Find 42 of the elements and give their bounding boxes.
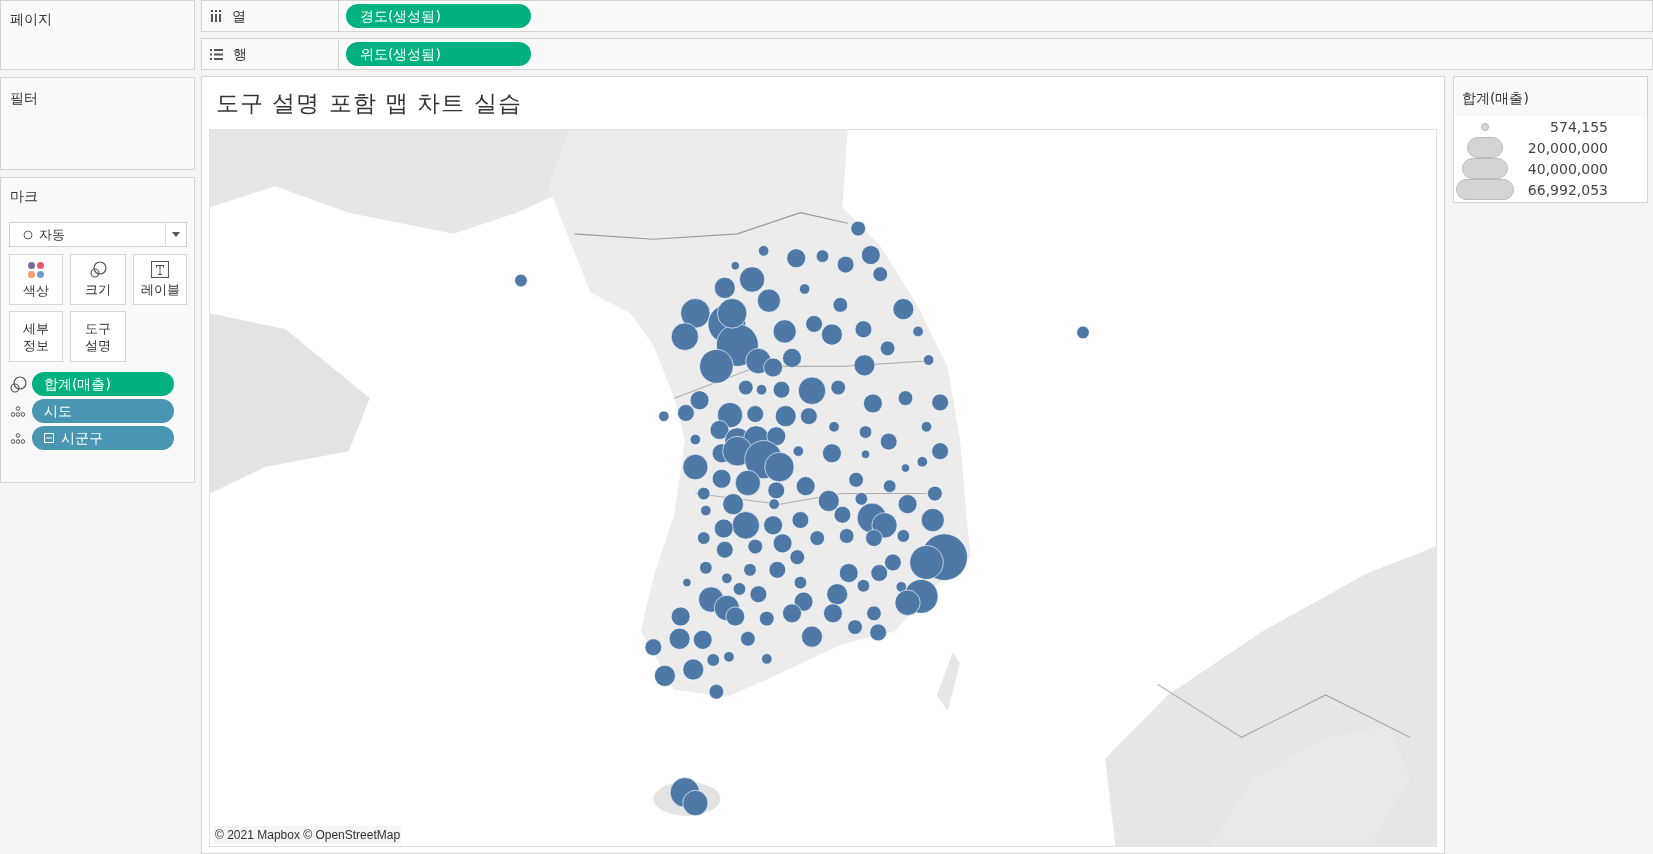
mark-card[interactable]: 세부 정보 xyxy=(9,311,63,362)
rows-icon xyxy=(210,48,223,60)
card-label: 도구 설명 xyxy=(85,319,111,354)
legend-value: 574,155 xyxy=(1549,117,1608,136)
legend-title: 합계(매출) xyxy=(1462,90,1529,106)
collapse-icon[interactable] xyxy=(44,433,54,443)
mark-card[interactable]: 도구 설명 xyxy=(70,311,126,362)
shelf-label: 행 xyxy=(233,44,247,64)
legend-size-shape xyxy=(1467,137,1503,158)
size-icon xyxy=(9,375,27,393)
detail-icon xyxy=(11,405,25,417)
size-icon xyxy=(89,261,107,278)
card-label: 레이블 xyxy=(140,281,180,298)
color-dots-icon xyxy=(27,260,45,279)
mark-card[interactable]: 레이블 xyxy=(133,254,187,305)
mark-type-dropdown[interactable]: 자동 xyxy=(9,222,187,247)
caret-icon xyxy=(172,232,180,237)
field-label: 시도 xyxy=(44,401,72,421)
legend-value: 40,000,000 xyxy=(1526,159,1608,178)
shelf-label: 열 xyxy=(232,6,246,26)
field-label: 시군구 xyxy=(61,428,103,448)
text-label-icon xyxy=(151,261,169,278)
card-label: 색상 xyxy=(23,281,49,299)
card-label: 크기 xyxy=(85,281,111,298)
field-label: 합계(매출) xyxy=(44,374,111,394)
panel-title: 필터 xyxy=(10,90,38,106)
mark-card[interactable]: 색상 xyxy=(9,254,63,305)
legend-size-shape xyxy=(1481,122,1489,131)
legend-value: 66,992,053 xyxy=(1526,180,1608,199)
mark-card[interactable]: 크기 xyxy=(70,254,126,305)
panel-title: 페이지 xyxy=(10,11,52,27)
panel-title: 마크 xyxy=(10,187,39,206)
columns-icon xyxy=(210,10,222,22)
legend-value: 20,000,000 xyxy=(1526,138,1608,157)
legend-size-shape xyxy=(1456,179,1514,200)
legend-size-shape xyxy=(1462,158,1508,179)
detail-icon xyxy=(11,432,25,444)
card-label: 세부 정보 xyxy=(23,319,49,354)
mark-type-label: 자동 xyxy=(39,225,66,244)
map-attribution: © 2021 Mapbox © OpenStreetMap xyxy=(214,826,402,844)
circle-icon xyxy=(23,229,33,240)
view-title: 도구 설명 포함 맵 차트 실습 xyxy=(216,89,523,118)
